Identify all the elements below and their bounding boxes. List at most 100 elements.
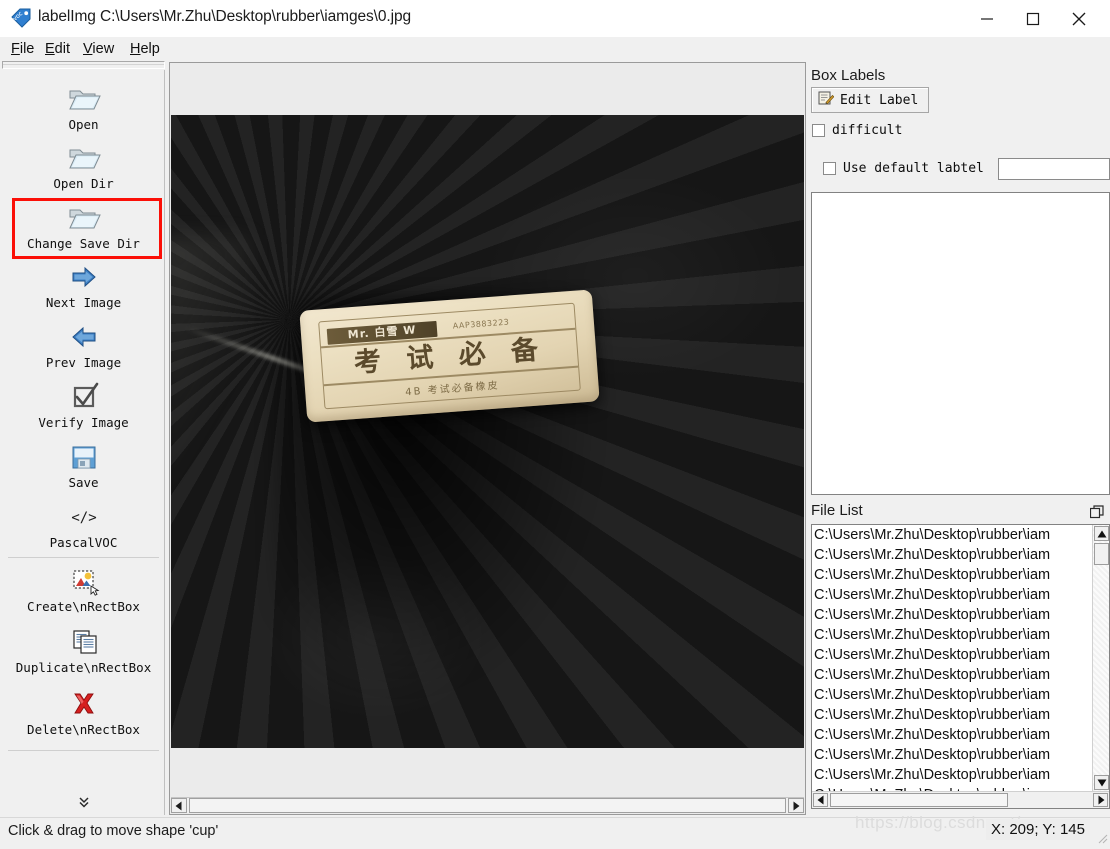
toolbar-item-pascalvoc[interactable]: </> PascalVOC [2,502,165,550]
menu-edit-mnemonic: E [45,41,55,57]
menu-view[interactable]: View [78,39,119,59]
list-item[interactable]: C:\Users\Mr.Zhu\Desktop\rubber\iam [812,725,1092,745]
annotated-photo[interactable]: Mr. 白雪 W AAP3883223 考 试 必 备 4B 考试必备橡皮 [171,115,804,748]
list-item[interactable]: C:\Users\Mr.Zhu\Desktop\rubber\iam [812,745,1092,765]
left-toolbar: Open Open Dir Change Save Dir Next Image… [2,70,165,815]
list-item[interactable]: C:\Users\Mr.Zhu\Desktop\rubber\iam [812,545,1092,565]
window-resize-grip[interactable] [1094,830,1108,844]
list-item[interactable]: C:\Users\Mr.Zhu\Desktop\rubber\iam [812,645,1092,665]
svg-text:</>: </> [71,510,96,526]
right-dock: Box Labels Edit Label difficult Use defa [807,62,1110,815]
list-item[interactable]: C:\Users\Mr.Zhu\Desktop\rubber\iam [812,685,1092,705]
toolbar-label-change-save-dir: Change Save Dir [27,236,140,251]
toolbar-label-next-image: Next Image [45,295,122,310]
toolbar-item-verify-image[interactable]: Verify Image [2,382,165,430]
toolbar-item-duplicate-rectbox[interactable]: Duplicate\nRectBox [2,627,165,675]
list-item[interactable]: C:\Users\Mr.Zhu\Desktop\rubber\iam [812,525,1092,545]
file-list-vertical-scroll-thumb[interactable] [1094,543,1109,565]
file-list-scroll-down-button[interactable] [1094,775,1109,790]
toolbar-separator-2 [8,750,159,751]
checkbox-check-icon [2,382,165,416]
toolbar-label-duplicate-rectbox: Duplicate\nRectBox [15,660,152,675]
toolbar-label-open: Open [68,117,99,132]
menu-help[interactable]: Help [125,39,165,59]
menu-view-mnemonic: V [83,41,93,57]
toolbar-item-open-dir[interactable]: Open Dir [2,143,165,191]
menu-edit[interactable]: Edit [40,39,75,59]
photo-light-gradient [171,235,251,535]
file-list-scroll-left-button[interactable] [813,793,828,807]
list-item[interactable]: C:\Users\Mr.Zhu\Desktop\rubber\iam [812,665,1092,685]
menu-view-rest: iew [92,41,115,57]
file-list-horizontal-scroll-thumb[interactable] [830,793,1008,807]
edit-label-button[interactable]: Edit Label [811,87,930,113]
canvas-scroll-left-button[interactable] [171,798,187,813]
open-folder-icon [2,143,165,177]
list-item[interactable]: C:\Users\Mr.Zhu\Desktop\rubber\iam [812,705,1092,725]
cursor-coordinates: X: 209; Y: 145 [986,819,1090,840]
toolbar-item-create-rectbox[interactable]: Create\nRectBox [2,566,165,614]
title-bar: voc labelImg C:\Users\Mr.Zhu\Desktop\rub… [0,0,1110,38]
file-list-horizontal-scrollbar[interactable] [812,791,1109,808]
toolbar-item-prev-image[interactable]: Prev Image [2,322,165,370]
duplicate-rect-icon [2,627,165,661]
file-list-scroll-up-button[interactable] [1094,526,1109,541]
toolbar-expand-button[interactable] [2,795,165,812]
delete-x-icon [2,689,165,723]
use-default-label-text: Use default labtel [843,161,984,176]
toolbar-label-verify-image: Verify Image [38,415,129,430]
toolbar-item-change-save-dir[interactable]: Change Save Dir [2,203,165,251]
toolbar-item-delete-rectbox[interactable]: Delete\nRectBox [2,689,165,737]
menu-help-rest: elp [140,41,160,57]
toolbar-label-create-rectbox: Create\nRectBox [27,599,140,614]
toolbar-label-delete-rectbox: Delete\nRectBox [27,722,140,737]
file-list-header: File List [811,502,863,519]
menu-file-mnemonic: F [11,41,20,57]
maximize-button[interactable] [1010,0,1056,37]
open-folder-icon [2,203,165,237]
status-message: Click & drag to move shape 'cup' [8,823,219,839]
file-list-rows[interactable]: C:\Users\Mr.Zhu\Desktop\rubber\iam C:\Us… [812,525,1092,791]
left-toolbar-region: Open Open Dir Change Save Dir Next Image… [0,61,168,815]
toolbar-item-open[interactable]: Open [2,84,165,132]
status-bar: Click & drag to move shape 'cup' [0,817,1110,846]
difficult-checkbox[interactable] [812,124,825,137]
voc-tag-icon: voc [10,8,32,29]
list-item[interactable]: C:\Users\Mr.Zhu\Desktop\rubber\iam [812,585,1092,605]
use-default-label-checkbox[interactable] [823,162,836,175]
file-list-panel[interactable]: C:\Users\Mr.Zhu\Desktop\rubber\iam C:\Us… [811,524,1110,809]
difficult-checkbox-label: difficult [832,123,903,138]
list-item[interactable]: C:\Users\Mr.Zhu\Desktop\rubber\iam [812,625,1092,645]
use-default-label-checkbox-row[interactable]: Use default labtel [823,161,984,176]
default-label-input[interactable] [998,158,1110,180]
toolbar-drag-handle[interactable] [2,61,165,69]
arrow-right-icon [2,262,165,296]
canvas-scroll-right-button[interactable] [788,798,804,813]
canvas-scroll-thumb[interactable] [189,798,786,813]
menu-file[interactable]: File [6,39,39,59]
file-list-scroll-right-button[interactable] [1093,793,1108,807]
toolbar-item-save[interactable]: Save [2,442,165,490]
difficult-checkbox-row[interactable]: difficult [812,123,902,138]
menu-file-rest: ile [19,41,35,57]
create-rect-icon [2,566,165,600]
menu-edit-rest: dit [54,41,70,57]
toolbar-separator-1 [8,557,159,558]
toolbar-label-prev-image: Prev Image [45,355,122,370]
file-list-vertical-scrollbar[interactable] [1092,525,1109,791]
toolbar-label-save: Save [68,475,99,490]
canvas-horizontal-scrollbar[interactable] [171,797,804,813]
toolbar-label-open-dir: Open Dir [53,176,114,191]
minimize-button[interactable] [964,0,1010,37]
toolbar-item-next-image[interactable]: Next Image [2,262,165,310]
box-labels-list[interactable] [811,192,1110,495]
menu-help-mnemonic: H [130,41,141,57]
image-canvas-pane[interactable]: Mr. 白雪 W AAP3883223 考 试 必 备 4B 考试必备橡皮 [169,62,806,815]
close-button[interactable] [1056,0,1102,37]
list-item[interactable]: C:\Users\Mr.Zhu\Desktop\rubber\iam [812,565,1092,585]
list-item[interactable]: C:\Users\Mr.Zhu\Desktop\rubber\iam [812,765,1092,785]
eraser-object[interactable]: Mr. 白雪 W AAP3883223 考 试 必 备 4B 考试必备橡皮 [299,289,600,423]
undock-window-icon[interactable] [1089,505,1104,519]
image-canvas-view[interactable]: Mr. 白雪 W AAP3883223 考 试 必 备 4B 考试必备橡皮 [171,64,804,798]
list-item[interactable]: C:\Users\Mr.Zhu\Desktop\rubber\iam [812,605,1092,625]
